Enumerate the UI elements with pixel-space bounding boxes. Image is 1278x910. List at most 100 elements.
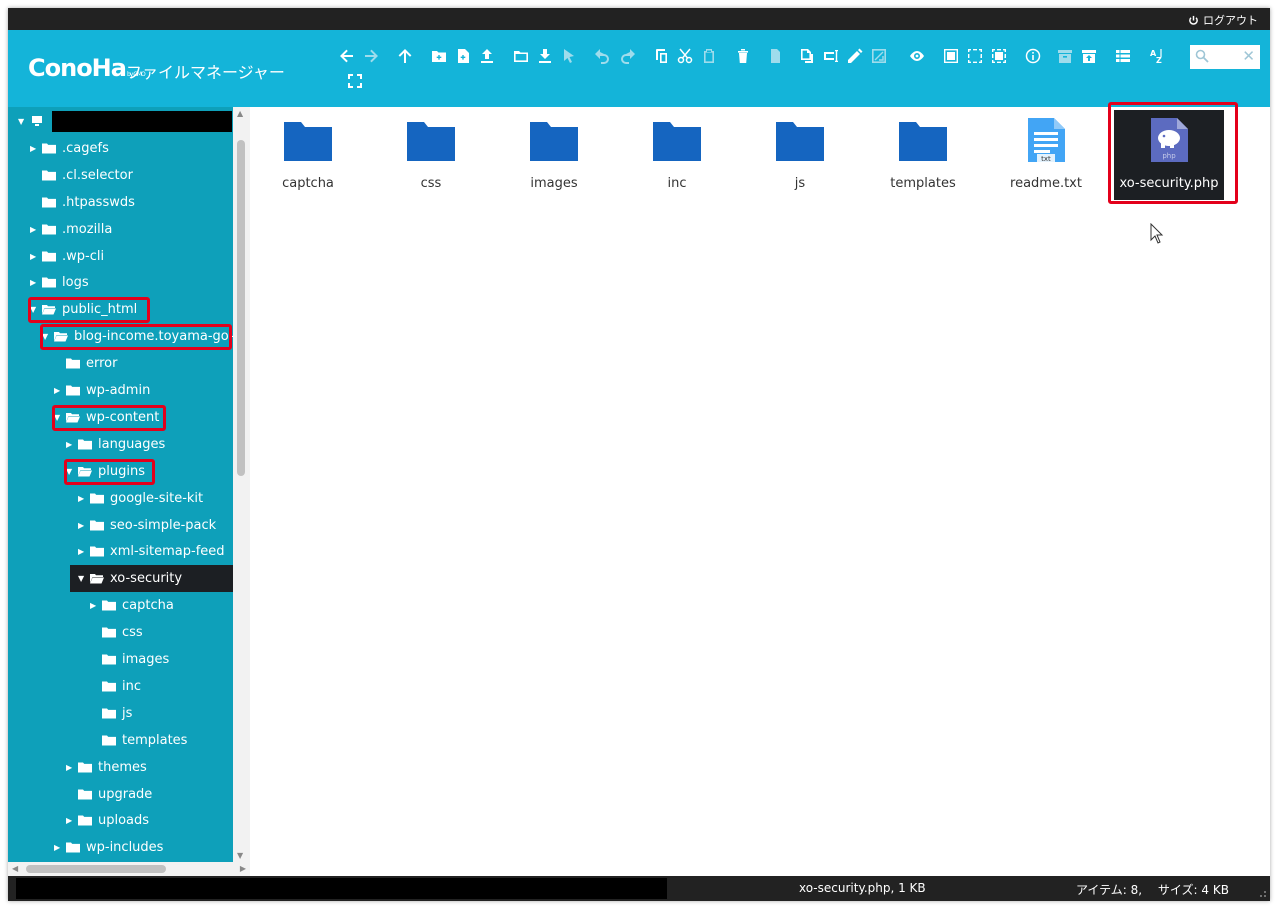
collapsed-arrow-icon[interactable]: ▶ [78, 494, 88, 503]
tree-item[interactable]: ▶ uploads [66, 807, 149, 834]
cut-icon[interactable] [676, 47, 694, 65]
file-item[interactable]: php xo-security.php [1114, 110, 1224, 200]
folder-item[interactable]: inc [622, 110, 732, 200]
scroll-down-icon[interactable]: ▼ [237, 851, 243, 860]
sort-az-icon[interactable]: AZ [1148, 47, 1166, 65]
tree-item[interactable]: upgrade [66, 781, 152, 808]
collapsed-arrow-icon[interactable]: ▶ [30, 144, 40, 153]
file-item[interactable]: txt readme.txt [991, 110, 1101, 200]
mouse-cursor-icon [1150, 223, 1164, 244]
tree-item[interactable]: ▼ plugins [66, 458, 145, 485]
back-icon[interactable] [338, 47, 356, 65]
collapsed-arrow-icon[interactable]: ▶ [66, 816, 76, 825]
paste-icon[interactable] [700, 47, 718, 65]
expanded-arrow-icon[interactable]: ▼ [54, 413, 64, 422]
tree-item[interactable]: ▶ .cagefs [30, 135, 109, 162]
folder-item[interactable]: css [376, 110, 486, 200]
duplicate-icon[interactable] [798, 47, 816, 65]
scroll-left-icon[interactable]: ◀ [12, 864, 18, 873]
collapsed-arrow-icon[interactable]: ▶ [30, 225, 40, 234]
list-view-icon[interactable] [1114, 47, 1132, 65]
collapsed-arrow-icon[interactable]: ▶ [78, 547, 88, 556]
download-icon[interactable] [536, 47, 554, 65]
tree-horizontal-scrollbar[interactable]: ◀ ▶ [8, 862, 250, 876]
collapsed-arrow-icon[interactable]: ▶ [66, 440, 76, 449]
archive-icon[interactable] [1080, 47, 1098, 65]
scrollbar-thumb[interactable] [237, 140, 245, 476]
collapsed-arrow-icon[interactable]: ▶ [30, 252, 40, 261]
extract-icon[interactable] [1056, 47, 1074, 65]
tree-item[interactable]: inc [90, 673, 141, 700]
tree-item[interactable]: ▶ wp-admin [54, 377, 150, 404]
select-none-icon[interactable] [966, 47, 984, 65]
collapsed-arrow-icon[interactable]: ▶ [54, 386, 64, 395]
search-box[interactable]: ✕ [1190, 45, 1260, 69]
tree-item[interactable]: templates [90, 727, 187, 754]
tree-item[interactable]: ▶ xml-sitemap-feed [78, 538, 225, 565]
tree-item[interactable]: ▶ .wp-cli [30, 243, 104, 270]
tree-item[interactable]: .htpasswds [30, 189, 135, 216]
tree-item[interactable]: css [90, 619, 143, 646]
select-all-icon[interactable] [942, 47, 960, 65]
tree-item[interactable]: ▼ blog-income.toyama-go-z- [42, 323, 233, 350]
tree-item[interactable]: ▶ captcha [90, 592, 174, 619]
tree-item[interactable]: ▶ seo-simple-pack [78, 512, 216, 539]
tree-item[interactable]: ▶ themes [66, 754, 147, 781]
fullscreen-icon[interactable] [346, 72, 364, 90]
info-icon[interactable] [1024, 47, 1042, 65]
expanded-arrow-icon[interactable]: ▼ [78, 574, 88, 583]
scrollbar-thumb[interactable] [26, 865, 166, 873]
preview-eye-icon[interactable] [908, 47, 926, 65]
folder-item[interactable]: js [745, 110, 855, 200]
copy-icon[interactable] [652, 47, 670, 65]
expanded-arrow-icon[interactable]: ▼ [66, 467, 76, 476]
rename-icon[interactable] [822, 47, 840, 65]
tree-item[interactable]: .cl.selector [30, 162, 133, 189]
new-file-icon[interactable] [454, 47, 472, 65]
tree-item-label: inc [122, 678, 141, 694]
tree-item[interactable]: images [90, 646, 169, 673]
up-icon[interactable] [396, 47, 414, 65]
upload-icon[interactable] [478, 47, 496, 65]
tree-item[interactable]: ▶ .mozilla [30, 216, 112, 243]
invert-selection-icon[interactable] [990, 47, 1008, 65]
collapsed-arrow-icon[interactable]: ▶ [90, 601, 100, 610]
redo-icon[interactable] [618, 47, 636, 65]
tree-vertical-scrollbar[interactable]: ▲ ▼ [233, 107, 250, 862]
select-cursor-icon[interactable] [560, 47, 578, 65]
new-folder-icon[interactable] [430, 47, 448, 65]
tree-item[interactable]: ▶ google-site-kit [78, 485, 203, 512]
resize-image-icon[interactable] [870, 47, 888, 65]
collapsed-arrow-icon[interactable]: ▶ [66, 763, 76, 772]
empty-icon[interactable] [766, 47, 784, 65]
tree-item[interactable]: ▼ public_html [30, 296, 137, 323]
tree-item[interactable]: js [90, 700, 132, 727]
expanded-arrow-icon[interactable]: ▼ [18, 117, 28, 126]
scroll-right-icon[interactable]: ▶ [240, 864, 246, 873]
collapsed-arrow-icon[interactable]: ▶ [78, 521, 88, 530]
resize-grip-icon[interactable] [1257, 888, 1267, 898]
clear-search-icon[interactable]: ✕ [1242, 47, 1255, 65]
forward-icon[interactable] [362, 47, 380, 65]
expanded-arrow-icon[interactable]: ▼ [30, 305, 40, 314]
folder-item[interactable]: captcha [253, 110, 363, 200]
folder-item[interactable]: templates [868, 110, 978, 200]
tree-item[interactable]: ▶ logs [30, 269, 89, 296]
logout-button[interactable]: ログアウト [1188, 12, 1258, 28]
tree-item[interactable]: ▼ xo-security [70, 565, 233, 593]
scroll-up-icon[interactable]: ▲ [237, 109, 243, 118]
expanded-arrow-icon[interactable]: ▼ [42, 332, 52, 341]
search-input[interactable] [1212, 48, 1242, 66]
edit-icon[interactable] [846, 47, 864, 65]
tree-item[interactable]: ▼ [18, 108, 232, 135]
collapsed-arrow-icon[interactable]: ▶ [54, 843, 64, 852]
tree-item[interactable]: ▶ wp-includes [54, 834, 163, 861]
folder-item[interactable]: images [499, 110, 609, 200]
collapsed-arrow-icon[interactable]: ▶ [30, 278, 40, 287]
delete-icon[interactable] [734, 47, 752, 65]
undo-icon[interactable] [594, 47, 612, 65]
tree-item[interactable]: ▶ languages [66, 431, 165, 458]
tree-item[interactable]: error [54, 350, 117, 377]
open-folder-icon[interactable] [512, 47, 530, 65]
tree-item[interactable]: ▼ wp-content [54, 404, 159, 431]
